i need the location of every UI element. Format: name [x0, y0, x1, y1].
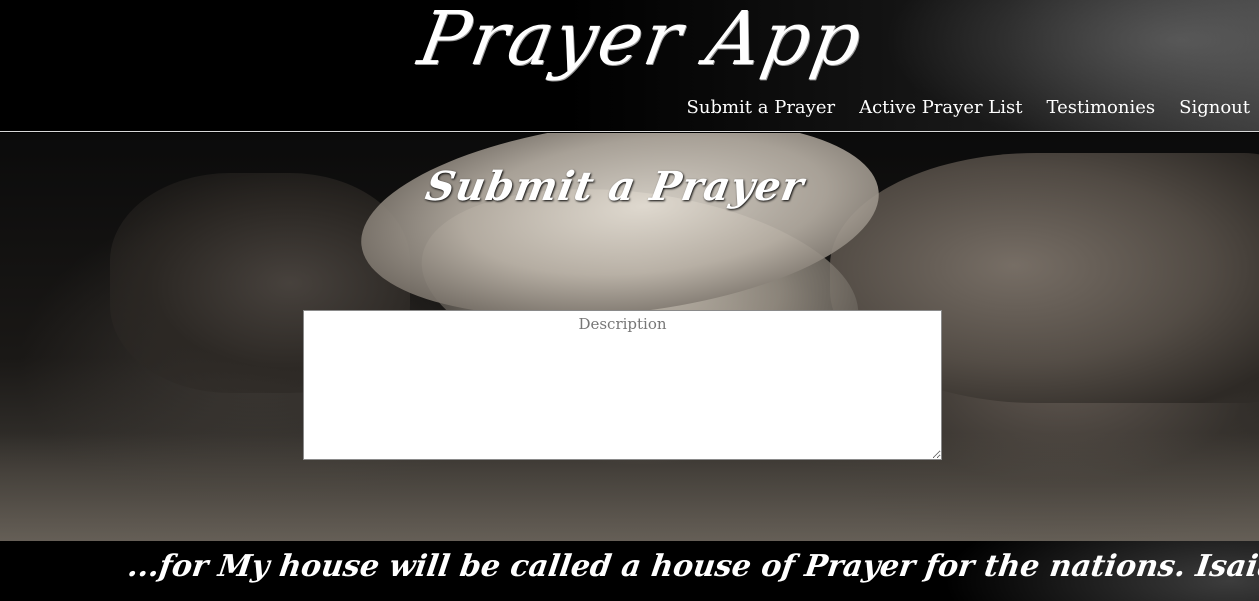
site-header: Prayer App Submit a Prayer Active Prayer… [0, 0, 1259, 132]
description-textarea[interactable] [303, 310, 942, 460]
footer-verse: ...for My house will be called a house o… [125, 549, 1259, 584]
nav-submit-prayer[interactable]: Submit a Prayer [687, 97, 836, 118]
nav-active-prayer-list[interactable]: Active Prayer List [859, 97, 1022, 118]
page-title: Submit a Prayer [422, 163, 808, 210]
description-field-wrapper [303, 310, 942, 460]
nav-signout[interactable]: Signout [1179, 97, 1250, 118]
nav-testimonies[interactable]: Testimonies [1046, 97, 1155, 118]
hero-background: Submit a Prayer [0, 133, 1259, 541]
app-title: Prayer App [412, 0, 870, 82]
main-nav: Submit a Prayer Active Prayer List Testi… [687, 97, 1250, 118]
site-footer: ...for My house will be called a house o… [0, 541, 1259, 601]
